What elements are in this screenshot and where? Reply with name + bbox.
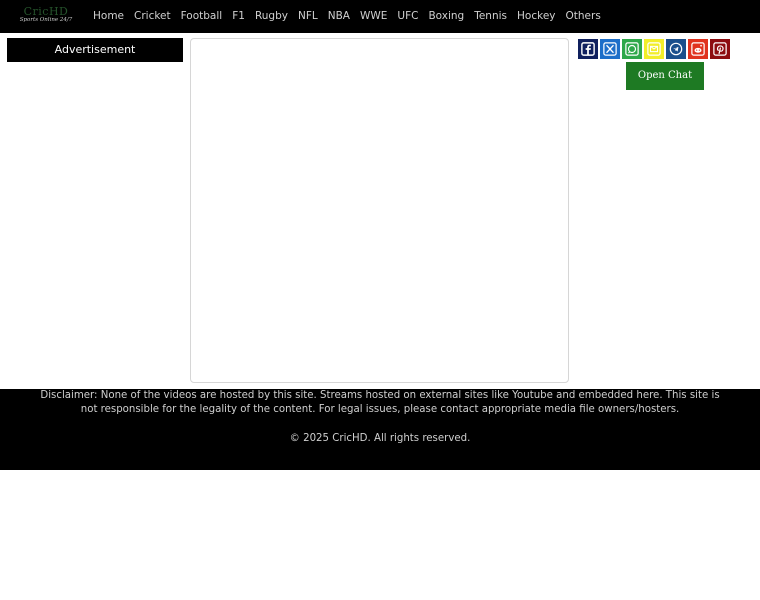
share-whatsapp-button[interactable]	[622, 39, 642, 59]
facebook-icon	[581, 42, 595, 56]
share-pinterest-button[interactable]	[710, 39, 730, 59]
share-email-button[interactable]	[644, 39, 664, 59]
advertisement-banner[interactable]: Advertisement	[7, 38, 183, 62]
share-reddit-button[interactable]	[688, 39, 708, 59]
nav-item-f1[interactable]: F1	[227, 0, 250, 33]
reddit-icon	[691, 42, 705, 56]
pinterest-icon	[713, 42, 727, 56]
top-navbar: CricHD Sports Online 24/7 Home Cricket F…	[0, 0, 760, 33]
share-telegram-button[interactable]	[666, 39, 686, 59]
nav-item-boxing[interactable]: Boxing	[423, 0, 469, 33]
share-facebook-button[interactable]	[578, 39, 598, 59]
logo-text: CricHD	[23, 5, 69, 18]
footer-disclaimer: Disclaimer: None of the videos are hoste…	[40, 390, 720, 415]
nav-item-football[interactable]: Football	[176, 0, 228, 33]
nav-item-wwe[interactable]: WWE	[355, 0, 392, 33]
share-x-button[interactable]	[600, 39, 620, 59]
video-player-frame[interactable]	[190, 38, 569, 383]
site-footer: Disclaimer: None of the videos are hoste…	[0, 389, 760, 470]
nav-item-hockey[interactable]: Hockey	[512, 0, 560, 33]
nav-item-nfl[interactable]: NFL	[293, 0, 323, 33]
nav-item-ufc[interactable]: UFC	[392, 0, 423, 33]
footer-copyright: © 2025 CricHD. All rights reserved.	[289, 433, 471, 444]
nav-item-nba[interactable]: NBA	[323, 0, 355, 33]
nav-item-tennis[interactable]: Tennis	[469, 0, 512, 33]
open-chat-button[interactable]: Open Chat	[626, 62, 704, 90]
nav-menu: Home Cricket Football F1 Rugby NFL NBA W…	[88, 0, 606, 33]
logo-tagline: Sports Online 24/7	[19, 17, 73, 23]
email-icon	[647, 42, 661, 56]
nav-item-home[interactable]: Home	[88, 0, 129, 33]
telegram-icon	[669, 42, 683, 56]
nav-item-cricket[interactable]: Cricket	[129, 0, 176, 33]
share-buttons	[578, 39, 732, 59]
nav-item-rugby[interactable]: Rugby	[250, 0, 293, 33]
x-icon	[603, 42, 617, 56]
nav-item-others[interactable]: Others	[561, 0, 606, 33]
whatsapp-icon	[625, 42, 639, 56]
site-logo[interactable]: CricHD Sports Online 24/7	[17, 6, 75, 26]
